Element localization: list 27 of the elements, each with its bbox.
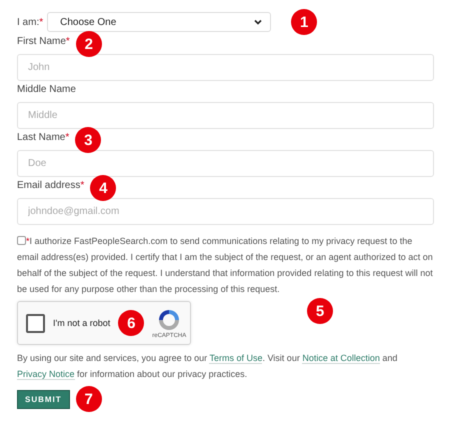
checkbox[interactable] — [17, 236, 26, 245]
number-badge: 3 — [75, 127, 102, 153]
field-label: Last Name* — [17, 132, 70, 142]
policy-link[interactable]: Terms of Use — [209, 353, 262, 364]
captcha-checkbox[interactable] — [26, 314, 45, 332]
submit-button[interactable]: SUBMIT — [17, 390, 70, 408]
policy-link[interactable]: Notice at Collection — [302, 353, 380, 364]
number-badge: 7 — [76, 386, 102, 412]
chevron-icon — [254, 19, 262, 25]
number-badge: 5 — [307, 298, 333, 324]
number-badge: 4 — [90, 175, 116, 201]
input-field[interactable]: John — [17, 54, 434, 81]
input-field[interactable]: Middle — [17, 102, 434, 129]
input-field[interactable]: johndoe@gmail.com — [17, 198, 434, 225]
policy-link[interactable]: Privacy Notice — [17, 369, 75, 380]
select-dropdown[interactable]: Choose One — [47, 12, 272, 32]
field-label: First Name* — [17, 36, 70, 46]
captcha-label: I'm not a robot — [53, 318, 110, 328]
number-badge: 6 — [118, 310, 144, 336]
input-field[interactable]: Doe — [17, 150, 434, 177]
number-badge: 2 — [76, 31, 102, 57]
field-label: Email address* — [17, 180, 84, 190]
notice-text: By using our site and services, you agree to our Terms of Use. Visit our Notice at Collection and Privacy Notice for information about our privacy practices. — [17, 352, 398, 382]
field-label: I am:* — [17, 16, 44, 28]
number-badge: 1 — [291, 9, 318, 35]
field-label: Middle Name — [17, 84, 76, 94]
consent-text: *I authorize FastPeopleSearch.com to send communications relating to my privacy request to the email address(es) provided. I certify that I am the subject of the request, or an agent authorized to act on behalf of the subject of the request. I understand that information provided relating to this request will not be used for any purpose other than the processing of this request. — [17, 235, 434, 296]
